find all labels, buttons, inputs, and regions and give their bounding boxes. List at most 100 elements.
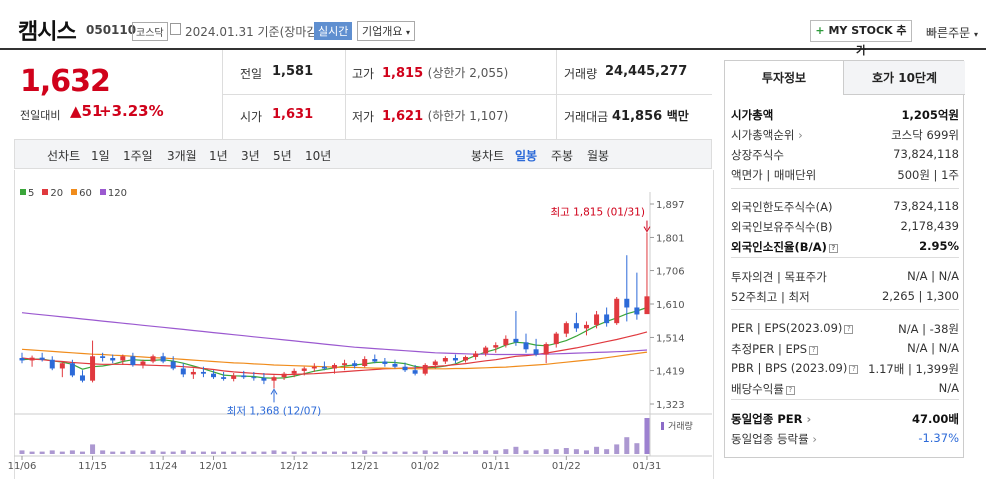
help-icon[interactable]: ? [809,346,819,355]
y-tick-label: 1,610 [656,300,685,311]
info-value: -1.37% [918,431,959,445]
info-row: 액면가 | 매매단위 500원 | 1주 [731,165,959,185]
candle-body [321,366,327,369]
info-key: 상장주식수 [731,148,784,162]
chevron-right-icon[interactable]: › [794,128,803,142]
candle-body [503,338,509,346]
candle-body [352,363,358,367]
info-row: 52주최고 | 최저 2,265 | 1,300 [731,287,959,307]
candle-body [624,298,630,308]
quick-order-dropdown[interactable]: 빠른주문 ▾ [926,24,978,41]
amount-number: 41,856 [612,109,663,124]
candle-body [422,364,428,374]
candle-body [342,363,348,365]
change-value: ▲51 [70,102,102,120]
volume-bar [442,450,448,454]
volume-label: 거래량 [564,67,598,81]
candle-body [452,358,458,361]
panel-divider [731,309,959,310]
info-key: 외국인보유주식수(B) [731,220,833,234]
realtime-button[interactable]: 실시간 [314,22,353,40]
info-row: 배당수익률? N/A [731,379,959,399]
candle-body [140,361,146,365]
tab-investment-info[interactable]: 투자정보 [725,61,843,95]
mystock-add-button[interactable]: + MY STOCK 추가 [810,20,912,57]
candle-body [402,366,408,371]
divider [222,94,712,95]
volume-bar [362,450,368,454]
company-info-dropdown[interactable]: 기업개요 ▾ [357,21,415,41]
candle-daily[interactable]: 일봉 [515,147,537,164]
x-tick-label: 01/11 [481,461,510,472]
candle-body [644,296,650,315]
chevron-right-icon[interactable]: › [802,412,811,426]
help-icon[interactable]: ? [844,325,854,334]
x-tick-label: 01/22 [552,461,581,472]
candle-monthly[interactable]: 월봉 [587,147,609,164]
candle-body [362,359,368,367]
info-value: 500원 | 1주 [897,168,959,182]
volume-bar [352,451,358,454]
volume-bar [100,450,106,454]
period-1d[interactable]: 1일 [91,147,110,164]
chevron-right-icon[interactable]: › [809,432,817,446]
candle-body [553,333,559,345]
candle-body [79,375,85,381]
help-icon[interactable]: ? [849,365,859,374]
panel-divider [731,257,959,258]
candle-body [442,358,448,362]
info-row: 외국인보유주식수(B) 2,178,439 [731,217,959,237]
volume-bar [543,449,549,454]
candle-weekly[interactable]: 주봉 [551,147,573,164]
info-key: 액면가 | 매매단위 [731,168,817,182]
candle-body [392,363,398,367]
volume-bar [160,451,166,454]
candle-body [493,345,499,348]
volume-bar [110,451,116,454]
volume-bar [493,450,499,454]
info-row: 외국인한도주식수(A) 73,824,118 [731,197,959,217]
up-triangle-icon: ▲ [70,102,82,120]
company-info-label: 기업개요 [362,25,403,38]
candle-body [372,359,378,362]
info-value: 2,178,439 [900,219,959,233]
volume-bar [211,451,217,454]
volume-bar [402,451,408,454]
volume-bar [614,444,620,454]
info-row: 상장주식수 73,824,118 [731,145,959,165]
volume-bar [281,451,287,454]
period-1w[interactable]: 1주일 [123,147,153,164]
candle-body [211,373,217,378]
help-icon[interactable]: ? [785,386,795,395]
period-3y[interactable]: 3년 [241,147,260,164]
period-10y[interactable]: 10년 [305,147,331,164]
open-value: 1,631 [272,107,314,122]
help-icon[interactable]: ? [828,244,838,253]
info-row: PER | EPS(2023.09)? N/A | -38원 [731,319,959,339]
volume-bar [190,451,196,454]
low-annotation: 최저 1,368 (12/07) [227,405,322,417]
x-tick-label: 11/06 [8,461,37,472]
period-3m[interactable]: 3개월 [167,147,197,164]
volume-bar [90,444,96,454]
candle-body [614,298,620,324]
volume-bar [483,450,489,454]
volume-bar [644,418,650,454]
market-badge: 코스닥 [132,22,168,41]
candle-body [231,375,237,379]
tab-order-book[interactable]: 호가 10단계 [843,61,965,95]
period-1y[interactable]: 1년 [209,147,228,164]
info-row: 외국인소진율(B/A)? 2.95% [731,237,959,257]
info-value: 코스닥 699위 [891,128,959,142]
volume-bar [382,451,388,454]
candle-body [604,314,610,324]
period-5y[interactable]: 5년 [273,147,292,164]
quick-order-label: 빠른주문 [926,26,971,40]
volume-bar [271,450,277,454]
info-key: 시가총액순위 › [731,128,803,142]
volume-bar [342,451,348,454]
low-price: 1,621 [382,109,424,124]
candlestick-chart: 1,897 1,801 1,706 1,610 1,514 1,419 1,323 11/06… [8,192,712,472]
candle-body [533,349,539,355]
y-tick-label: 1,514 [656,333,685,344]
